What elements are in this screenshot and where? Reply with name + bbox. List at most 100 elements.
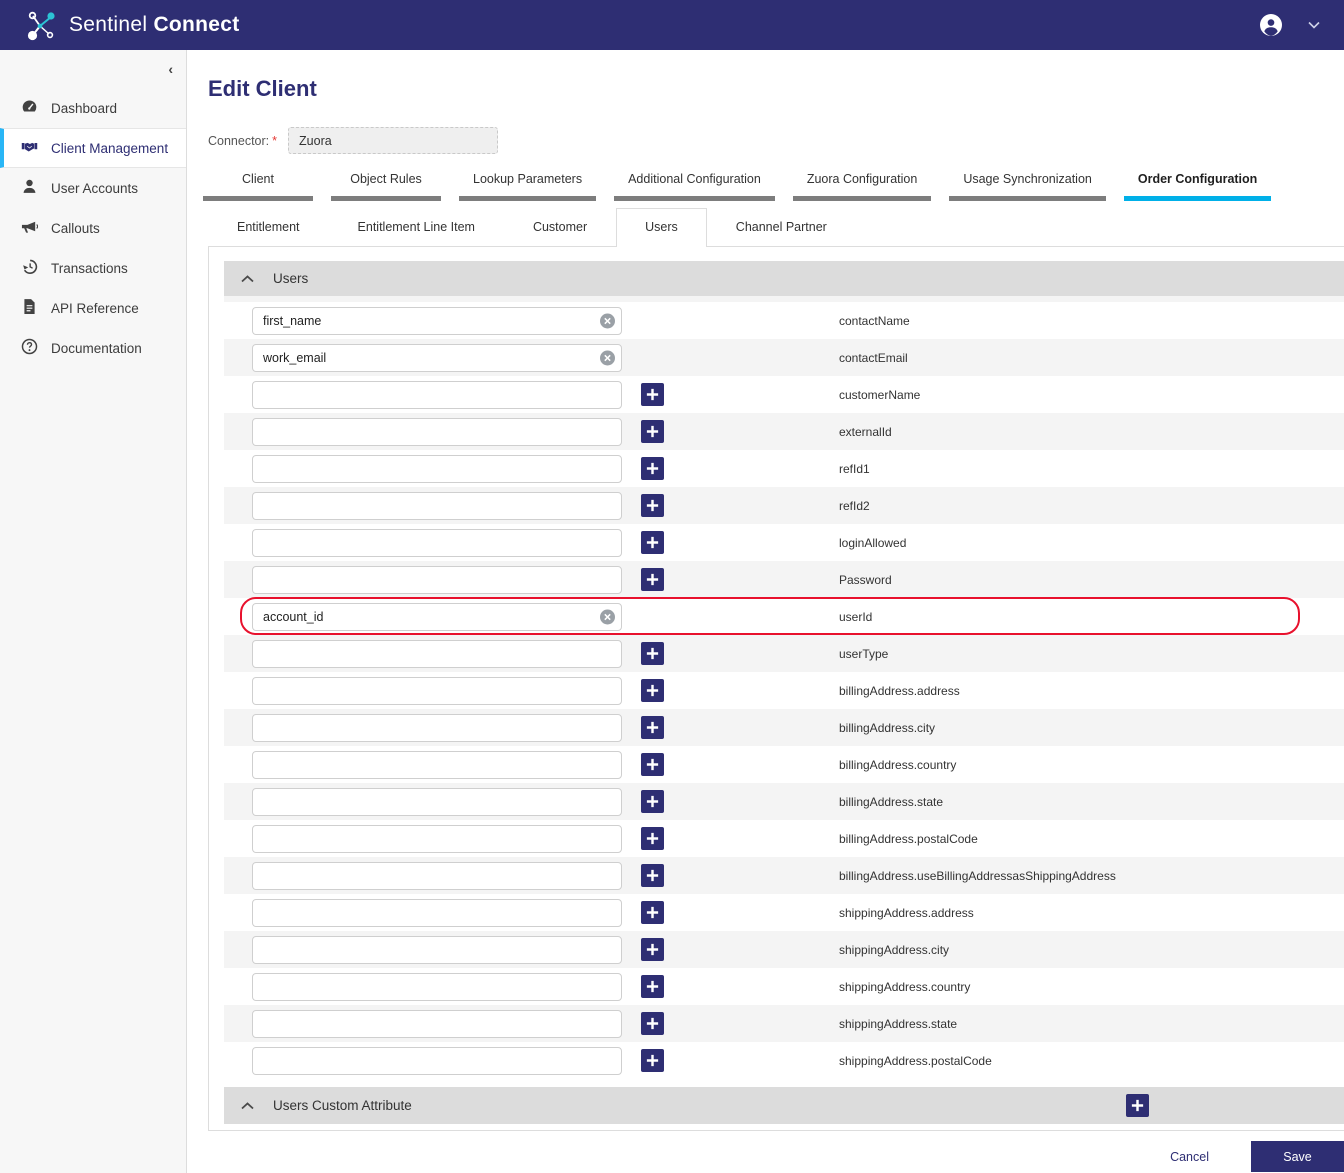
history-icon [21, 258, 38, 278]
avatar-icon[interactable] [1260, 14, 1282, 36]
add-mapping-button[interactable] [641, 679, 664, 702]
sidebar-item-client-management[interactable]: Client Management [0, 128, 186, 168]
subtab-customer[interactable]: Customer [504, 208, 616, 246]
add-mapping-button[interactable] [641, 531, 664, 554]
mapping-value-input[interactable] [252, 454, 622, 483]
connector-row: Connector: * [208, 127, 1344, 154]
add-custom-attribute-button[interactable] [1126, 1094, 1149, 1117]
mapping-value-input[interactable] [252, 1046, 622, 1075]
clear-icon[interactable] [600, 350, 615, 365]
add-mapping-button[interactable] [641, 1049, 664, 1072]
add-mapping-button[interactable] [641, 420, 664, 443]
dashboard-icon [21, 98, 38, 118]
chevron-down-icon[interactable] [1308, 21, 1322, 29]
mapping-value-input[interactable] [252, 380, 622, 409]
add-mapping-button[interactable] [641, 790, 664, 813]
add-mapping-button[interactable] [641, 753, 664, 776]
subtab-channel-partner[interactable]: Channel Partner [707, 208, 856, 246]
add-mapping-button[interactable] [641, 1012, 664, 1035]
mapping-row: shippingAddress.address [224, 894, 1344, 931]
clear-icon[interactable] [600, 609, 615, 624]
mapping-value-input[interactable] [252, 565, 622, 594]
mapping-value-input[interactable] [252, 750, 622, 779]
add-mapping-button[interactable] [641, 827, 664, 850]
tab-additional-configuration[interactable]: Additional Configuration [614, 172, 775, 201]
sidebar: ‹ Dashboard Client Management User Accou… [0, 50, 187, 1173]
app-header: Sentinel Connect [0, 0, 1344, 50]
add-mapping-button[interactable] [641, 494, 664, 517]
sidebar-item-transactions[interactable]: Transactions [0, 248, 186, 288]
add-mapping-button[interactable] [641, 642, 664, 665]
sidebar-item-callouts[interactable]: Callouts [0, 208, 186, 248]
mapping-value-input[interactable] [252, 528, 622, 557]
tab-zuora-configuration[interactable]: Zuora Configuration [792, 172, 932, 201]
mapping-value-input[interactable] [252, 639, 622, 668]
sidebar-item-user-accounts[interactable]: User Accounts [0, 168, 186, 208]
chevron-left-icon[interactable]: ‹ [168, 62, 173, 76]
mapping-value-input[interactable] [252, 787, 622, 816]
mapping-row: externalId [224, 413, 1344, 450]
users-panel: Users contactName contactEmail customerN [208, 246, 1344, 1131]
mapping-value-input[interactable] [252, 491, 622, 520]
field-name-label: billingAddress.city [839, 720, 936, 735]
mapping-row: userType [224, 635, 1344, 672]
field-name-label: customerName [839, 387, 921, 402]
mapping-value-input[interactable] [252, 306, 622, 335]
field-name-label: billingAddress.address [839, 683, 960, 698]
mapping-row: shippingAddress.country [224, 968, 1344, 1005]
subtab-users[interactable]: Users [616, 208, 707, 247]
tab-usage-synchronization[interactable]: Usage Synchronization [949, 172, 1106, 201]
subtab-entitlement[interactable]: Entitlement [208, 208, 329, 246]
mapping-value-input[interactable] [252, 417, 622, 446]
user-icon [21, 178, 38, 198]
mapping-value-input[interactable] [252, 972, 622, 1001]
subtab-entitlement-line-item[interactable]: Entitlement Line Item [329, 208, 504, 246]
sidebar-item-dashboard[interactable]: Dashboard [0, 88, 186, 128]
mapping-value-input[interactable] [252, 935, 622, 964]
add-mapping-button[interactable] [641, 383, 664, 406]
tab-order-configuration[interactable]: Order Configuration [1123, 172, 1272, 201]
field-name-label: billingAddress.state [839, 794, 944, 809]
field-name-label: Password [839, 572, 892, 587]
sidebar-nav: Dashboard Client Management User Account… [0, 88, 186, 368]
field-name-label: refId1 [839, 461, 870, 476]
clear-icon[interactable] [600, 313, 615, 328]
mapping-value-input[interactable] [252, 898, 622, 927]
add-mapping-button[interactable] [641, 568, 664, 591]
mapping-value-input[interactable] [252, 861, 622, 890]
handshake-icon [21, 138, 38, 158]
mapping-row: shippingAddress.postalCode [224, 1042, 1344, 1079]
mapping-row: billingAddress.useBillingAddressasShippi… [224, 857, 1344, 894]
sidebar-item-documentation[interactable]: Documentation [0, 328, 186, 368]
mapping-value-input[interactable] [252, 824, 622, 853]
mapping-value-input[interactable] [252, 602, 622, 631]
users-custom-attribute-header[interactable]: Users Custom Attribute [224, 1087, 1344, 1124]
page-title: Edit Client [208, 76, 317, 101]
sidebar-item-api-reference[interactable]: API Reference [0, 288, 186, 328]
mapping-row: billingAddress.state [224, 783, 1344, 820]
mapping-value-input[interactable] [252, 713, 622, 742]
add-mapping-button[interactable] [641, 457, 664, 480]
mapping-value-input[interactable] [252, 676, 622, 705]
save-button[interactable]: Save [1251, 1141, 1344, 1172]
tab-client[interactable]: Client [203, 172, 313, 201]
add-mapping-button[interactable] [641, 864, 664, 887]
users-section-header[interactable]: Users [224, 261, 1344, 296]
chevron-up-icon[interactable] [241, 1101, 254, 1110]
main-content: Edit Client Connector: * Client Object Ru… [188, 50, 1344, 1173]
mapping-rows: contactName contactEmail customerName ex… [224, 296, 1344, 1079]
chevron-up-icon[interactable] [241, 274, 254, 283]
add-mapping-button[interactable] [641, 716, 664, 739]
add-mapping-button[interactable] [641, 975, 664, 998]
tab-lookup-parameters[interactable]: Lookup Parameters [459, 172, 597, 201]
add-mapping-button[interactable] [641, 901, 664, 924]
cancel-button[interactable]: Cancel [1170, 1150, 1209, 1164]
form-footer: Cancel Save [208, 1141, 1344, 1172]
field-name-label: billingAddress.useBillingAddressasShippi… [839, 868, 1116, 883]
mapping-row: refId1 [224, 450, 1344, 487]
mapping-value-input[interactable] [252, 343, 622, 372]
mapping-value-input[interactable] [252, 1009, 622, 1038]
tab-object-rules[interactable]: Object Rules [331, 172, 441, 201]
connector-label: Connector: [208, 133, 270, 148]
add-mapping-button[interactable] [641, 938, 664, 961]
